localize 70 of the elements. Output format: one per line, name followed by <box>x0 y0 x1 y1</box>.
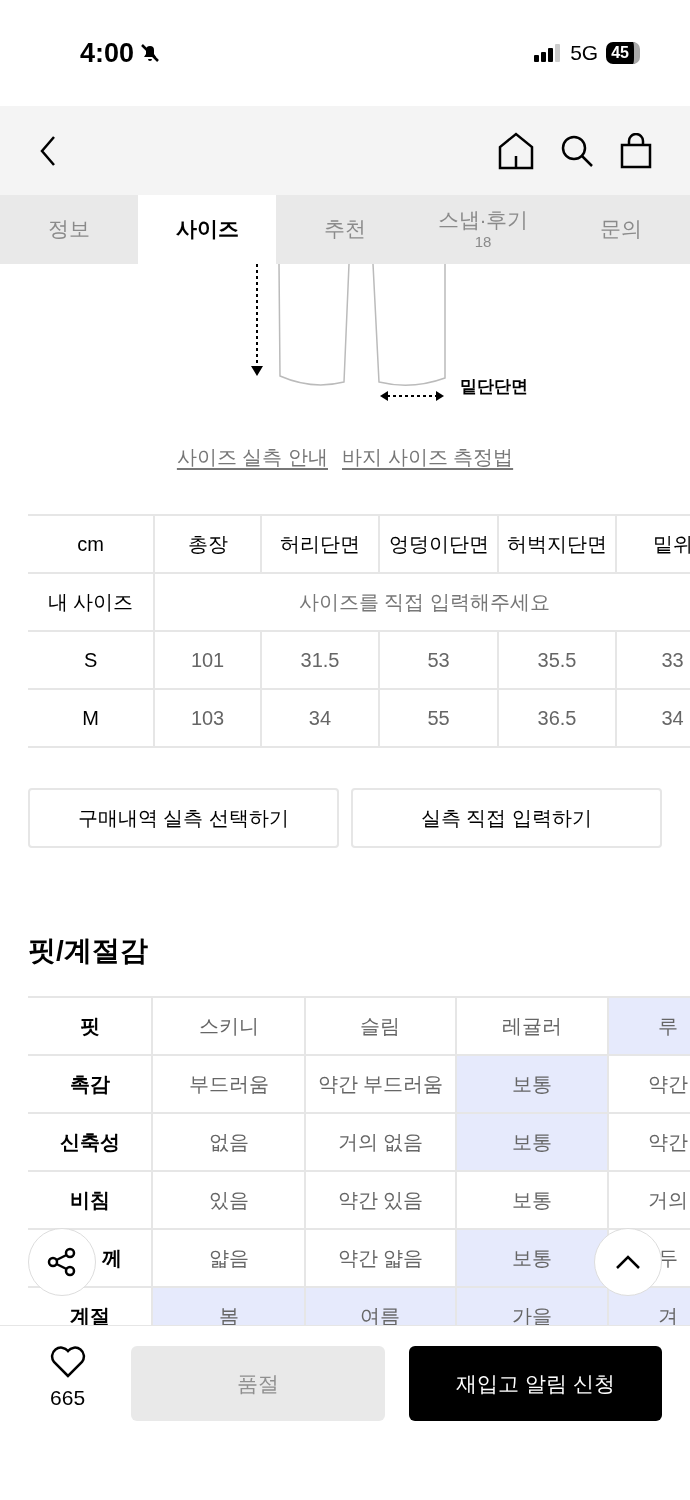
section-tab[interactable]: 추천 <box>276 195 414 264</box>
option-cell: 보통 <box>456 1055 608 1113</box>
row-header: M <box>28 689 155 747</box>
option-cell: 약간 <box>607 1113 690 1171</box>
row-header: 께 <box>102 1247 122 1269</box>
back-icon[interactable] <box>38 134 58 167</box>
network-label: 5G <box>570 40 599 67</box>
signal-icon <box>534 44 563 62</box>
column-header: 밑위 <box>616 515 690 573</box>
shopping-bag-icon[interactable] <box>620 132 652 169</box>
option-cell: 거의 <box>607 1171 690 1229</box>
option-cell: 얇음 <box>152 1229 305 1287</box>
option-cell: 스키니 <box>152 997 305 1055</box>
measure-button[interactable]: 실측 직접 입력하기 <box>351 788 662 848</box>
option-cell: 거의 없음 <box>304 1113 457 1171</box>
column-header: 총장 <box>154 515 261 573</box>
guide-link[interactable]: 사이즈 실측 안내 <box>176 442 328 472</box>
option-cell: 없음 <box>152 1113 305 1171</box>
table-cell: 31.5 <box>261 631 379 689</box>
option-cell: 보통 <box>456 1171 608 1229</box>
option-cell: 부드러움 <box>152 1055 305 1113</box>
option-cell: 약간 얇음 <box>304 1229 457 1287</box>
option-cell: 보통 <box>456 1229 608 1287</box>
row-header: 비침 <box>69 1189 110 1211</box>
column-header: cm <box>28 515 155 573</box>
row-header: 촉감 <box>69 1073 110 1095</box>
row-header: 내 사이즈 <box>28 573 155 631</box>
table-cell: 103 <box>154 689 261 747</box>
option-cell: 약간 부드러움 <box>304 1055 457 1113</box>
section-tab[interactable]: 문의 <box>552 195 690 264</box>
sold-out-button[interactable]: 품절 <box>131 1346 385 1421</box>
home-icon[interactable] <box>498 131 534 170</box>
search-icon[interactable] <box>560 133 594 168</box>
section-tab[interactable]: 정보 <box>0 195 138 264</box>
option-cell: 루 <box>607 997 690 1055</box>
table-cell: 36.5 <box>498 689 617 747</box>
row-header: 신축성 <box>59 1131 120 1153</box>
heart-icon[interactable] <box>49 1346 86 1378</box>
table-cell: 101 <box>154 631 261 689</box>
option-cell: 가을 <box>456 1287 608 1325</box>
option-cell: 보통 <box>456 1113 608 1171</box>
row-header: S <box>28 631 155 689</box>
restock-alert-button[interactable]: 재입고 알림 신청 <box>408 1346 662 1421</box>
like-count: 665 <box>50 1385 86 1411</box>
option-cell: 레귤러 <box>456 997 608 1055</box>
table-cell: 35.5 <box>498 631 617 689</box>
share-icon <box>46 1246 78 1278</box>
column-header: 엉덩이단면 <box>379 515 499 573</box>
table-cell: 34 <box>261 689 379 747</box>
battery-icon: 45 <box>606 42 640 64</box>
chevron-up-icon <box>614 1253 642 1271</box>
table-cell: 55 <box>379 689 499 747</box>
hem-width-label: 밑단단면 <box>460 376 528 398</box>
row-header: 핏 <box>79 1015 100 1037</box>
option-cell: 약간 <box>607 1055 690 1113</box>
clock-time: 4:00 <box>80 36 135 70</box>
guide-link[interactable]: 바지 사이즈 측정법 <box>342 442 514 472</box>
section-tab[interactable]: 사이즈 <box>138 195 276 264</box>
option-cell: 슬림 <box>304 997 457 1055</box>
table-cell: 53 <box>379 631 499 689</box>
option-cell: 약간 있음 <box>304 1171 457 1229</box>
column-header: 허리단면 <box>261 515 379 573</box>
section-tab[interactable]: 스냅·후기 18 <box>414 195 552 264</box>
measure-button[interactable]: 구매내역 실측 선택하기 <box>28 788 339 848</box>
table-cell: 33 <box>616 631 690 689</box>
option-cell: 있음 <box>152 1171 305 1229</box>
table-cell: 34 <box>616 689 690 747</box>
column-header: 허벅지단면 <box>498 515 617 573</box>
section-heading: 핏/계절감 <box>27 934 149 968</box>
my-size-field[interactable]: 사이즈를 직접 입력해주세요 <box>155 587 690 617</box>
